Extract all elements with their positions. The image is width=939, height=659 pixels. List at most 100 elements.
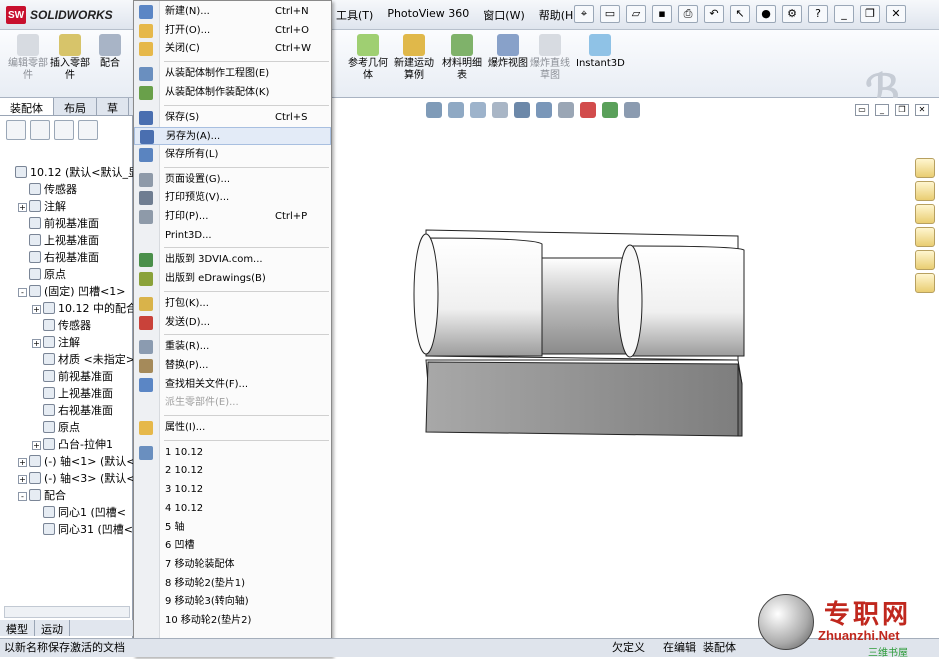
mate-button[interactable]: 配合	[86, 34, 134, 70]
minimize-icon[interactable]: _	[834, 5, 854, 23]
tree-expander-icon[interactable]: +	[32, 339, 41, 348]
tree-item[interactable]: + 凸台-拉伸1	[0, 436, 133, 453]
menu-item[interactable]: 6 凹槽	[134, 537, 331, 555]
options-icon[interactable]: ⚙	[782, 5, 802, 23]
tree-item[interactable]: 原点	[0, 419, 133, 436]
home-icon[interactable]	[915, 158, 935, 178]
design-library-icon[interactable]	[915, 181, 935, 201]
graphics-area[interactable]: ▭ _ ❐ ✕	[334, 98, 939, 638]
save-icon[interactable]: ▪	[652, 5, 672, 23]
tree-item[interactable]: + 注解	[0, 334, 133, 351]
app-logo[interactable]: SW SOLIDWORKS	[6, 6, 113, 24]
tree-expander-icon[interactable]: +	[32, 305, 41, 314]
tree-item[interactable]: 同心31 (凹槽<	[0, 521, 133, 538]
menu-window[interactable]: 窗口(W)	[483, 7, 524, 23]
tree-item[interactable]: 材质 <未指定>	[0, 351, 133, 368]
menu-item[interactable]: 另存为(A)...	[134, 127, 331, 146]
menu-item[interactable]: 查找相关文件(F)...	[134, 376, 331, 394]
display-manager-icon[interactable]	[78, 120, 98, 140]
menu-item[interactable]: 保存所有(L)	[134, 146, 331, 164]
tab-assembly[interactable]: 装配体	[0, 98, 54, 115]
close-icon[interactable]: ✕	[886, 5, 906, 23]
tree-item[interactable]: 右视基准面	[0, 402, 133, 419]
horizontal-scrollbar[interactable]	[4, 606, 130, 618]
instant3d-button[interactable]: Instant3D	[576, 34, 625, 70]
print-icon[interactable]: ⎙	[678, 5, 698, 23]
pin-icon[interactable]: ⌖	[574, 5, 594, 23]
rebuild-icon[interactable]: ●	[756, 5, 776, 23]
open-icon[interactable]: ▱	[626, 5, 646, 23]
bom-button[interactable]: 材料明细表	[438, 34, 486, 82]
tree-item[interactable]: 上视基准面	[0, 232, 133, 249]
new-doc-icon[interactable]: ▭	[600, 5, 620, 23]
tree-item[interactable]: 同心1 (凹槽<	[0, 504, 133, 521]
tab-sketch[interactable]: 草	[97, 98, 129, 115]
explode-line-sketch-button[interactable]: 爆炸直线草图	[526, 34, 574, 82]
tree-item[interactable]: 右视基准面	[0, 249, 133, 266]
tree-item[interactable]: + 注解	[0, 198, 133, 215]
menu-item[interactable]: 打包(K)...	[134, 295, 331, 313]
custom-properties-icon[interactable]	[915, 273, 935, 293]
tab-layout[interactable]: 布局	[54, 98, 97, 115]
tree-expander-icon[interactable]: +	[32, 441, 41, 450]
exploded-view-button[interactable]: 爆炸视图	[484, 34, 532, 70]
property-manager-icon[interactable]	[30, 120, 50, 140]
menu-item[interactable]: 3 10.12	[134, 481, 331, 499]
tree-item[interactable]: + (-) 轴<1> (默认<	[0, 453, 133, 470]
help-icon[interactable]: ?	[808, 5, 828, 23]
menu-item[interactable]: 从装配体制作装配体(K)	[134, 84, 331, 102]
tree-item[interactable]: 传感器	[0, 181, 133, 198]
menu-item[interactable]: 2 10.12	[134, 462, 331, 480]
menu-photoview[interactable]: PhotoView 360	[387, 7, 469, 23]
assembly-model[interactable]	[334, 98, 939, 638]
tree-item[interactable]: 10.12 (默认<默认_显	[0, 164, 133, 181]
menu-item[interactable]: 4 10.12	[134, 500, 331, 518]
tab-motion[interactable]: 运动	[35, 620, 70, 636]
edit-component-button[interactable]: 编辑零部件	[4, 34, 52, 82]
menu-item[interactable]: 9 移动轮3(转向轴)	[134, 593, 331, 611]
view-palette-icon[interactable]	[915, 227, 935, 247]
tree-item[interactable]: 原点	[0, 266, 133, 283]
new-motion-study-button[interactable]: 新建运动算例	[390, 34, 438, 82]
tree-expander-icon[interactable]: -	[18, 288, 27, 297]
tree-item[interactable]: 传感器	[0, 317, 133, 334]
configuration-manager-icon[interactable]	[54, 120, 74, 140]
select-icon[interactable]: ↖	[730, 5, 750, 23]
menu-item[interactable]: Print3D...	[134, 227, 331, 245]
file-explorer-icon[interactable]	[915, 204, 935, 224]
undo-icon[interactable]: ↶	[704, 5, 724, 23]
menu-item[interactable]: 打开(O)... Ctrl+O	[134, 22, 331, 40]
reference-geometry-button[interactable]: 参考几何体	[344, 34, 392, 82]
menu-item[interactable]: 替换(P)...	[134, 357, 331, 375]
menu-item[interactable]: 5 轴	[134, 519, 331, 537]
menu-item[interactable]: 属性(I)...	[134, 419, 331, 437]
tree-item[interactable]: 前视基准面	[0, 368, 133, 385]
menu-item[interactable]: 出版到 eDrawings(B)	[134, 270, 331, 288]
menu-item[interactable]: 7 移动轮装配体	[134, 556, 331, 574]
tab-model[interactable]: 模型	[0, 620, 35, 636]
menu-item[interactable]: 出版到 3DVIA.com...	[134, 251, 331, 269]
appearances-icon[interactable]	[915, 250, 935, 270]
menu-item[interactable]: 保存(S) Ctrl+S	[134, 109, 331, 127]
tree-expander-icon[interactable]: +	[18, 203, 27, 212]
menu-item[interactable]: 重装(R)...	[134, 338, 331, 356]
menu-item[interactable]: 关闭(C) Ctrl+W	[134, 40, 331, 58]
tree-item[interactable]: 前视基准面	[0, 215, 133, 232]
menu-item[interactable]: 发送(D)...	[134, 314, 331, 332]
tree-expander-icon[interactable]: +	[18, 458, 27, 467]
tree-item[interactable]: 上视基准面	[0, 385, 133, 402]
menu-item[interactable]: 8 移动轮2(垫片1)	[134, 575, 331, 593]
menu-item[interactable]: 10 移动轮2(垫片2)	[134, 612, 331, 630]
menu-item[interactable]: 新建(N)... Ctrl+N	[134, 3, 331, 21]
menu-item[interactable]: 派生零部件(E)...	[134, 394, 331, 412]
tree-item[interactable]: + (-) 轴<3> (默认<	[0, 470, 133, 487]
menu-item[interactable]: 打印预览(V)...	[134, 189, 331, 207]
menu-tools[interactable]: 工具(T)	[336, 7, 373, 23]
menu-item[interactable]: 打印(P)... Ctrl+P	[134, 208, 331, 226]
tree-expander-icon[interactable]: -	[18, 492, 27, 501]
restore-icon[interactable]: ❐	[860, 5, 880, 23]
tree-item[interactable]: - (固定) 凹槽<1>	[0, 283, 133, 300]
menu-item[interactable]: 页面设置(G)...	[134, 171, 331, 189]
menu-help[interactable]: 帮助(H)	[539, 7, 578, 23]
menu-item[interactable]: 1 10.12	[134, 444, 331, 462]
